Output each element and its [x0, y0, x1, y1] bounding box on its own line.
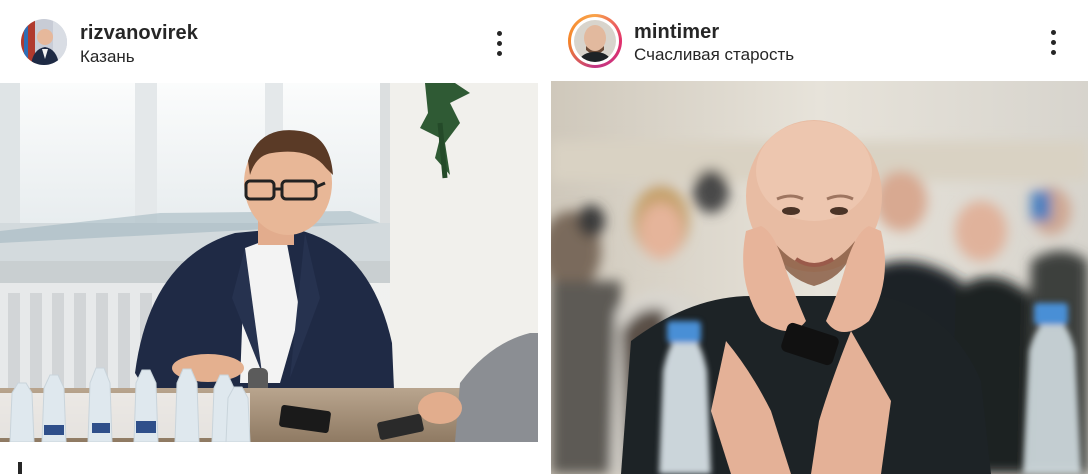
- more-options-icon[interactable]: [491, 30, 509, 60]
- profile-avatar[interactable]: [21, 19, 67, 65]
- post-photo[interactable]: [551, 81, 1088, 474]
- profile-avatar[interactable]: [568, 14, 622, 68]
- avatar-image: [574, 20, 616, 62]
- post-photo[interactable]: [0, 83, 538, 442]
- username[interactable]: rizvanovirek: [80, 22, 198, 45]
- location-link[interactable]: Казань: [80, 47, 135, 67]
- username[interactable]: mintimer: [634, 21, 719, 44]
- post-header: rizvanovirek Казань: [0, 0, 538, 80]
- post-header: mintimer Счасливая старость: [551, 0, 1088, 80]
- more-options-icon[interactable]: [1045, 29, 1063, 59]
- location-link[interactable]: Счасливая старость: [634, 45, 794, 65]
- action-icon-partial[interactable]: [18, 462, 22, 474]
- post-mintimer: mintimer Счасливая старость: [551, 0, 1088, 474]
- post-rizvanovirek: rizvanovirek Казань: [0, 0, 538, 474]
